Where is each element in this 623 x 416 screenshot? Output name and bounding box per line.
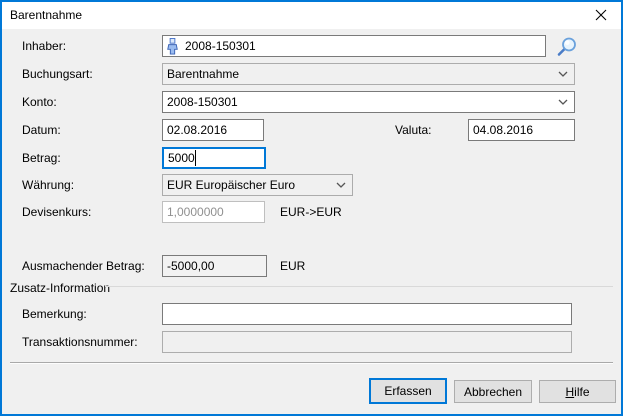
barentnahme-dialog: Barentnahme Inhaber: Buchungsart: Barent… [0,0,623,416]
text-caret [195,150,196,166]
ausmachender-betrag-suffix: EUR [280,259,305,273]
chevron-down-icon [336,182,346,188]
devisenkurs-input [162,201,265,223]
person-icon [166,38,179,58]
devisenkurs-suffix: EUR->EUR [280,205,342,219]
title-bar: Barentnahme [2,2,621,29]
buchungsart-select[interactable]: Barentnahme [162,63,575,85]
devisenkurs-label: Devisenkurs: [22,205,91,219]
valuta-input[interactable] [468,119,575,141]
bemerkung-label: Bemerkung: [22,307,87,321]
valuta-label: Valuta: [395,123,431,137]
close-button[interactable] [585,2,617,28]
bemerkung-input[interactable] [162,303,572,325]
magnifier-icon [555,35,579,59]
transaktionsnummer-label: Transaktionsnummer: [22,335,138,349]
hilfe-accelerator: H [565,385,574,399]
inhaber-input[interactable] [162,35,546,57]
hilfe-button[interactable]: Hilfe [539,380,616,403]
konto-value: 2008-150301 [167,95,238,109]
betrag-label: Betrag: [22,151,61,165]
buchungsart-value: Barentnahme [167,67,239,81]
search-button[interactable] [552,33,582,61]
ausmachender-betrag-input [162,255,267,277]
waehrung-label: Währung: [22,178,74,192]
zusatz-section-line [105,286,613,287]
konto-label: Konto: [22,95,57,109]
chevron-down-icon [558,71,568,77]
ausmachender-betrag-label: Ausmachender Betrag: [22,259,145,273]
button-separator [10,362,613,364]
zusatz-section-label: Zusatz-Information [10,281,110,295]
hilfe-rest: ilfe [574,385,589,399]
erfassen-button[interactable]: Erfassen [369,378,447,404]
abbrechen-button[interactable]: Abbrechen [454,380,532,403]
window-title: Barentnahme [10,8,82,22]
waehrung-value: EUR Europäischer Euro [167,178,295,192]
chevron-down-icon [558,99,568,105]
transaktionsnummer-input [162,331,572,353]
buchungsart-label: Buchungsart: [22,67,93,81]
betrag-input[interactable] [162,147,266,169]
waehrung-select[interactable]: EUR Europäischer Euro [162,174,353,196]
datum-input[interactable] [162,119,264,141]
datum-label: Datum: [22,123,61,137]
close-icon [595,9,607,21]
inhaber-label: Inhaber: [22,39,66,53]
konto-select[interactable]: 2008-150301 [162,91,575,113]
